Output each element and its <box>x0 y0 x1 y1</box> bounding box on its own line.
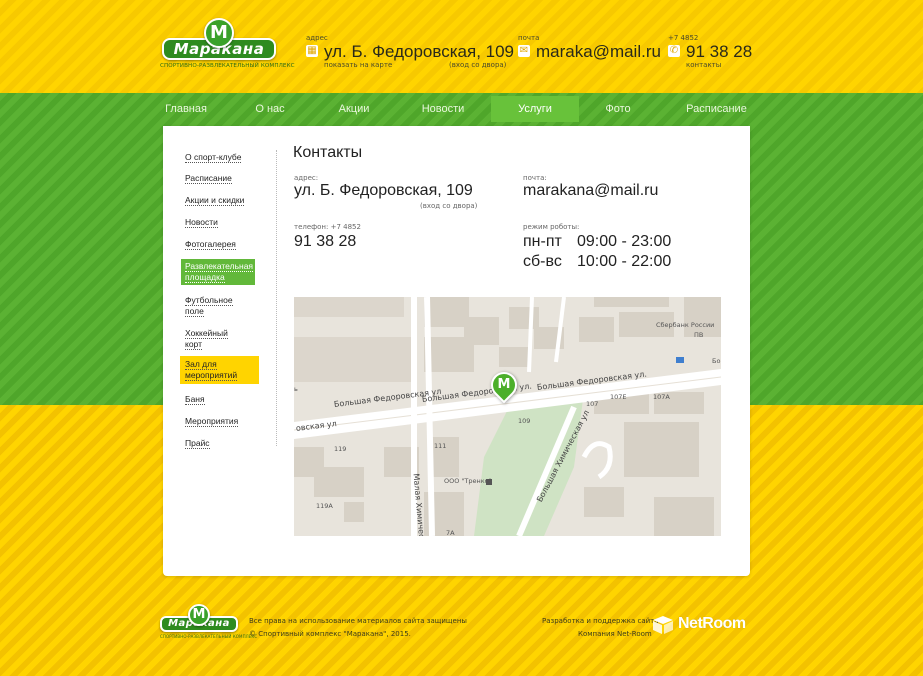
nav-item-schedule[interactable]: Расписание <box>683 96 750 122</box>
hours-time: 10:00 - 22:00 <box>577 253 672 270</box>
hours-row-weekdays: пн-пт 09:00 - 23:00 <box>523 233 671 251</box>
logo-tagline: спортивно-развлекательный комплекс <box>160 63 295 69</box>
map-label: 111 <box>434 442 447 450</box>
pin-letter: M <box>497 377 511 392</box>
map-label: ПВ <box>694 331 704 339</box>
sidebar-item-label: Расписание <box>185 173 232 184</box>
mail-icon: ✉ <box>518 45 530 57</box>
sidebar-item-hockey[interactable]: Хоккейный корт <box>185 328 235 350</box>
map-icon: ▦ <box>306 45 318 57</box>
map-label: 7А <box>446 529 455 536</box>
footer-rights: Все права на использование материалов са… <box>249 617 467 625</box>
phone-icon: ✆ <box>668 45 680 57</box>
header-phone-value[interactable]: 91 38 28 <box>686 42 752 62</box>
map-label: ь <box>294 385 298 393</box>
sidebar-item-events[interactable]: Мероприятия <box>185 416 239 427</box>
netroom-wordmark: NetRoom <box>678 615 746 632</box>
map-label-sberbank: Сбербанк России <box>656 321 715 329</box>
sidebar-item-promotions[interactable]: Акции и скидки <box>185 195 245 206</box>
page-title: Контакты <box>293 144 363 161</box>
header-entrance-note: (вход со двора) <box>449 61 507 69</box>
map-label: 107А <box>653 393 670 401</box>
map-label: 107Е <box>610 393 627 401</box>
sidebar-item-about-club[interactable]: О спорт-клубе <box>185 152 242 163</box>
hours-days: сб-вс <box>523 253 562 270</box>
sidebar-item-event-hall[interactable]: Зал для мероприятий <box>180 356 259 384</box>
sidebar-item-label: Мероприятия <box>185 416 239 427</box>
sidebar-item-news[interactable]: Новости <box>185 217 218 228</box>
footer-copyright: © Спортивный комплекс "Маракана", 2015. <box>249 630 411 638</box>
address-value: ул. Б. Федоровская, 109 <box>294 182 473 199</box>
email-label: почта: <box>523 174 547 182</box>
map-label: Бо <box>712 357 721 365</box>
sidebar-item-sauna[interactable]: Баня <box>185 394 205 405</box>
sidebar-item-label: Акции и скидки <box>185 195 245 206</box>
netroom-logo[interactable]: NetRoom <box>652 613 750 639</box>
logo-ball-icon: M <box>204 18 234 48</box>
map-graphics <box>294 297 721 536</box>
contacts-link[interactable]: контакты <box>686 61 721 69</box>
sidebar-item-label: Развлекательная площадка <box>185 261 254 283</box>
email-value[interactable]: marakana@mail.ru <box>523 182 658 200</box>
sidebar-item-label: Новости <box>185 217 218 228</box>
sidebar-item-label: Фотогалерея <box>185 239 236 250</box>
main-nav: Главная О нас Акции Новости Услуги Фото … <box>163 96 750 122</box>
nav-item-news[interactable]: Новости <box>415 96 471 122</box>
header-phone-label: +7 4852 <box>668 34 699 42</box>
map-label: 109 <box>518 417 531 425</box>
sidebar-item-schedule[interactable]: Расписание <box>185 173 232 184</box>
phone-value: 91 38 28 <box>294 233 357 250</box>
nav-item-promotions[interactable]: Акции <box>331 96 377 122</box>
map-label: 119А <box>316 502 333 510</box>
content-card: О спорт-клубе Расписание Акции и скидки … <box>163 126 750 576</box>
address-entrance: (вход со двора) <box>420 202 478 210</box>
header-email-value[interactable]: maraka@mail.ru <box>536 42 661 62</box>
logo-tagline: спортивно-развлекательный комплекс <box>160 634 258 639</box>
hours-time: 09:00 - 23:00 <box>577 233 672 250</box>
nav-item-home[interactable]: Главная <box>163 96 209 122</box>
sidebar-item-football[interactable]: Футбольное поле <box>185 295 241 317</box>
header-address-value: ул. Б. Федоровская, 109 <box>324 42 515 61</box>
phone-label: телефон: +7 4852 <box>294 223 361 231</box>
header-address-label: адрес <box>306 34 328 42</box>
hours-days: пн-пт <box>523 233 562 250</box>
sidebar-item-label: Баня <box>185 394 205 405</box>
location-map[interactable]: овская ул Большая Федоровская ул Большая… <box>294 297 721 536</box>
map-label: 119 <box>334 445 347 453</box>
hours-label: режим роботы: <box>523 223 580 231</box>
sidebar-item-label: О спорт-клубе <box>185 152 242 163</box>
nav-item-photo[interactable]: Фото <box>593 96 643 122</box>
sidebar-item-label: Зал для мероприятий <box>185 359 238 381</box>
hours-row-weekend: сб-вс 10:00 - 22:00 <box>523 253 671 271</box>
footer-company[interactable]: Компания Net-Room <box>578 630 652 638</box>
sidebar-item-label: Хоккейный корт <box>185 328 228 350</box>
logo-ball-icon: M <box>188 604 210 626</box>
site-logo[interactable]: Маракана M спортивно-развлекательный ком… <box>160 18 295 72</box>
footer-dev: Разработка и поддержка сайта <box>542 617 659 625</box>
sidebar-item-label: Прайс <box>185 438 210 449</box>
sidebar-item-label: Футбольное поле <box>185 295 233 317</box>
footer-logo[interactable]: Маракана M спортивно-развлекательный ком… <box>160 604 258 642</box>
map-label: ООО "Тренко" <box>444 477 492 485</box>
address-label: адрес: <box>294 174 319 182</box>
sidebar-item-gallery[interactable]: Фотогалерея <box>185 239 236 250</box>
sidebar-divider <box>276 150 277 446</box>
nav-item-about[interactable]: О нас <box>247 96 293 122</box>
show-on-map-link[interactable]: показать на карте <box>324 61 392 69</box>
map-label: 107 <box>586 400 599 408</box>
netroom-cube-icon <box>653 616 673 634</box>
sidebar-item-price[interactable]: Прайс <box>185 438 210 449</box>
nav-item-services[interactable]: Услуги <box>491 96 579 122</box>
sidebar-item-entertainment[interactable]: Развлекательная площадка <box>181 259 255 285</box>
header-email-label: почта <box>518 34 540 42</box>
